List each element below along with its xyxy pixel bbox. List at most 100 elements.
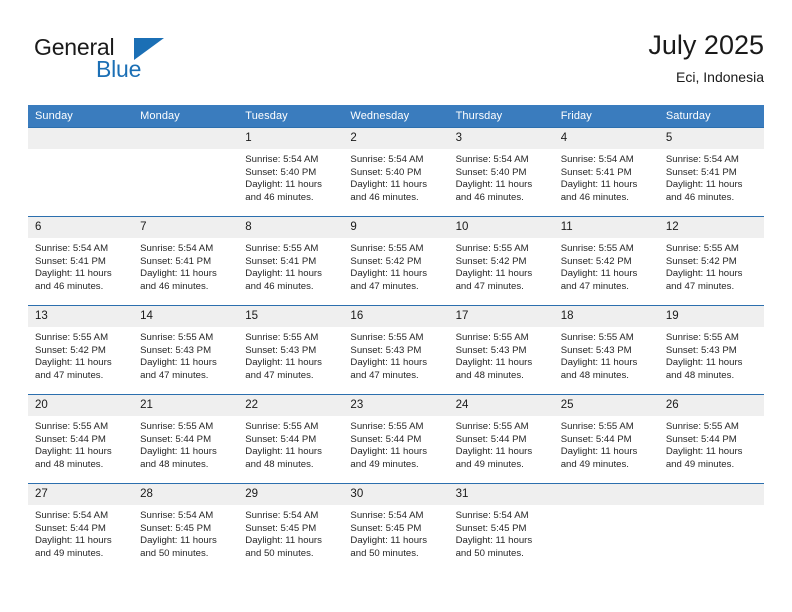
sunset-text: Sunset: 5:44 PM [140,433,212,445]
day-cell[interactable]: 28 Sunrise: 5:54 AM Sunset: 5:45 PM Dayl… [133,483,239,572]
sunrise-text: Sunrise: 5:54 AM [140,510,214,521]
sunrise-text: Sunrise: 5:54 AM [455,154,529,165]
day-number: 3 [448,128,554,149]
day-cell[interactable]: 20 Sunrise: 5:55 AM Sunset: 5:44 PM Dayl… [28,394,134,484]
day-cell[interactable]: 15 Sunrise: 5:55 AM Sunset: 5:43 PM Dayl… [238,305,344,395]
day-cell[interactable]: 6 Sunrise: 5:54 AM Sunset: 5:41 PM Dayli… [28,216,134,306]
page-title: July 2025 [648,30,764,60]
day-number: 9 [343,217,449,238]
day-cell[interactable]: 31 Sunrise: 5:54 AM Sunset: 5:45 PM Dayl… [448,483,554,572]
day-number: 12 [658,217,764,238]
sunset-text: Sunset: 5:45 PM [350,522,422,534]
day-cell[interactable]: 10 Sunrise: 5:55 AM Sunset: 5:42 PM Dayl… [448,216,554,306]
daylight-text-line1: Daylight: 11 hours [665,446,743,458]
daylight-text-line2: and 46 minutes. [245,280,314,292]
general-blue-logo[interactable]: General Blue [34,34,234,96]
sunset-text: Sunset: 5:44 PM [245,433,317,445]
day-cell[interactable]: 29 Sunrise: 5:54 AM Sunset: 5:45 PM Dayl… [238,483,344,572]
daylight-text-line1: Daylight: 11 hours [350,268,428,280]
daylight-text-line1: Daylight: 11 hours [560,179,638,191]
day-details: Sunrise: 5:55 AM Sunset: 5:44 PM Dayligh… [343,416,448,471]
sunset-text: Sunset: 5:42 PM [455,255,527,267]
daylight-text-line2: and 47 minutes. [455,280,524,292]
day-cell[interactable]: 2 Sunrise: 5:54 AM Sunset: 5:40 PM Dayli… [343,127,449,217]
day-cell[interactable]: 7 Sunrise: 5:54 AM Sunset: 5:41 PM Dayli… [133,216,239,306]
day-number: 27 [28,484,134,505]
day-cell[interactable]: 30 Sunrise: 5:54 AM Sunset: 5:45 PM Dayl… [343,483,449,572]
day-cell[interactable]: 17 Sunrise: 5:55 AM Sunset: 5:43 PM Dayl… [448,305,554,395]
daylight-text-line1: Daylight: 11 hours [245,357,322,369]
calendar-table: Sunday Monday Tuesday Wednesday Thursday… [28,105,764,572]
day-cell[interactable]: 5 Sunrise: 5:54 AM Sunset: 5:41 PM Dayli… [658,127,764,217]
day-details: Sunrise: 5:55 AM Sunset: 5:44 PM Dayligh… [238,416,343,471]
sunset-text: Sunset: 5:44 PM [665,433,737,445]
sunrise-text: Sunrise: 5:54 AM [350,510,424,521]
day-cell[interactable] [28,127,134,217]
day-cell[interactable]: 8 Sunrise: 5:55 AM Sunset: 5:41 PM Dayli… [238,216,344,306]
day-details: Sunrise: 5:54 AM Sunset: 5:40 PM Dayligh… [449,149,554,204]
day-cell[interactable]: 11 Sunrise: 5:55 AM Sunset: 5:42 PM Dayl… [553,216,659,306]
daylight-text-line1: Daylight: 11 hours [35,446,112,458]
daylight-text-line1: Daylight: 11 hours [455,535,533,547]
day-details: Sunrise: 5:54 AM Sunset: 5:45 PM Dayligh… [343,505,448,560]
day-cell[interactable] [553,483,659,572]
day-cell[interactable]: 19 Sunrise: 5:55 AM Sunset: 5:43 PM Dayl… [658,305,764,395]
day-number: 18 [553,306,659,327]
day-cell[interactable]: 16 Sunrise: 5:55 AM Sunset: 5:43 PM Dayl… [343,305,449,395]
daylight-text-line2: and 47 minutes. [350,369,419,381]
day-cell[interactable]: 25 Sunrise: 5:55 AM Sunset: 5:44 PM Dayl… [553,394,659,484]
sunset-text: Sunset: 5:43 PM [455,344,527,356]
daylight-text-line2: and 49 minutes. [350,458,419,470]
day-cell[interactable]: 14 Sunrise: 5:55 AM Sunset: 5:43 PM Dayl… [133,305,239,395]
day-cell[interactable]: 4 Sunrise: 5:54 AM Sunset: 5:41 PM Dayli… [553,127,659,217]
daylight-text-line1: Daylight: 11 hours [455,179,533,191]
day-details: Sunrise: 5:55 AM Sunset: 5:44 PM Dayligh… [449,416,554,471]
day-cell[interactable]: 22 Sunrise: 5:55 AM Sunset: 5:44 PM Dayl… [238,394,344,484]
day-number: 31 [448,484,554,505]
day-cell[interactable]: 9 Sunrise: 5:55 AM Sunset: 5:42 PM Dayli… [343,216,449,306]
day-number: 26 [658,395,764,416]
day-details: Sunrise: 5:55 AM Sunset: 5:43 PM Dayligh… [659,327,764,382]
day-number: 8 [238,217,344,238]
day-cell[interactable]: 1 Sunrise: 5:54 AM Sunset: 5:40 PM Dayli… [238,127,344,217]
sunset-text: Sunset: 5:43 PM [245,344,317,356]
day-details: Sunrise: 5:55 AM Sunset: 5:41 PM Dayligh… [238,238,343,293]
day-cell[interactable]: 3 Sunrise: 5:54 AM Sunset: 5:40 PM Dayli… [448,127,554,217]
daylight-text-line1: Daylight: 11 hours [245,446,322,458]
day-cell[interactable]: 27 Sunrise: 5:54 AM Sunset: 5:44 PM Dayl… [28,483,134,572]
day-number: 21 [133,395,239,416]
day-cell[interactable]: 13 Sunrise: 5:55 AM Sunset: 5:42 PM Dayl… [28,305,134,395]
day-cell[interactable]: 26 Sunrise: 5:55 AM Sunset: 5:44 PM Dayl… [658,394,764,484]
day-cell[interactable] [658,483,764,572]
day-details [28,149,133,154]
day-cell[interactable]: 18 Sunrise: 5:55 AM Sunset: 5:43 PM Dayl… [553,305,659,395]
day-details: Sunrise: 5:55 AM Sunset: 5:43 PM Dayligh… [554,327,659,382]
day-number: 10 [448,217,554,238]
day-number: 1 [238,128,344,149]
day-details [554,505,659,510]
day-cell[interactable]: 21 Sunrise: 5:55 AM Sunset: 5:44 PM Dayl… [133,394,239,484]
sunrise-text: Sunrise: 5:55 AM [140,421,214,432]
calendar-body: 1 Sunrise: 5:54 AM Sunset: 5:40 PM Dayli… [28,127,764,572]
day-number: 23 [343,395,449,416]
daylight-text-line1: Daylight: 11 hours [665,357,743,369]
sunrise-text: Sunrise: 5:54 AM [35,510,109,521]
daylight-text-line2: and 48 minutes. [35,458,104,470]
sunrise-text: Sunrise: 5:54 AM [245,510,319,521]
daylight-text-line1: Daylight: 11 hours [245,535,322,547]
day-cell[interactable]: 23 Sunrise: 5:55 AM Sunset: 5:44 PM Dayl… [343,394,449,484]
day-number: 28 [133,484,239,505]
sunset-text: Sunset: 5:41 PM [35,255,106,267]
day-number: 15 [238,306,344,327]
sunrise-text: Sunrise: 5:54 AM [560,154,634,165]
day-cell[interactable] [133,127,239,217]
day-details: Sunrise: 5:54 AM Sunset: 5:45 PM Dayligh… [133,505,238,560]
day-number: 24 [448,395,554,416]
day-details: Sunrise: 5:54 AM Sunset: 5:45 PM Dayligh… [449,505,554,560]
day-cell[interactable]: 12 Sunrise: 5:55 AM Sunset: 5:42 PM Dayl… [658,216,764,306]
weekday-header-sunday: Sunday [28,105,134,128]
sunrise-text: Sunrise: 5:55 AM [350,243,424,254]
page-subtitle-location: Eci, Indonesia [676,69,764,85]
weekday-header-row: Sunday Monday Tuesday Wednesday Thursday… [28,105,764,128]
day-cell[interactable]: 24 Sunrise: 5:55 AM Sunset: 5:44 PM Dayl… [448,394,554,484]
